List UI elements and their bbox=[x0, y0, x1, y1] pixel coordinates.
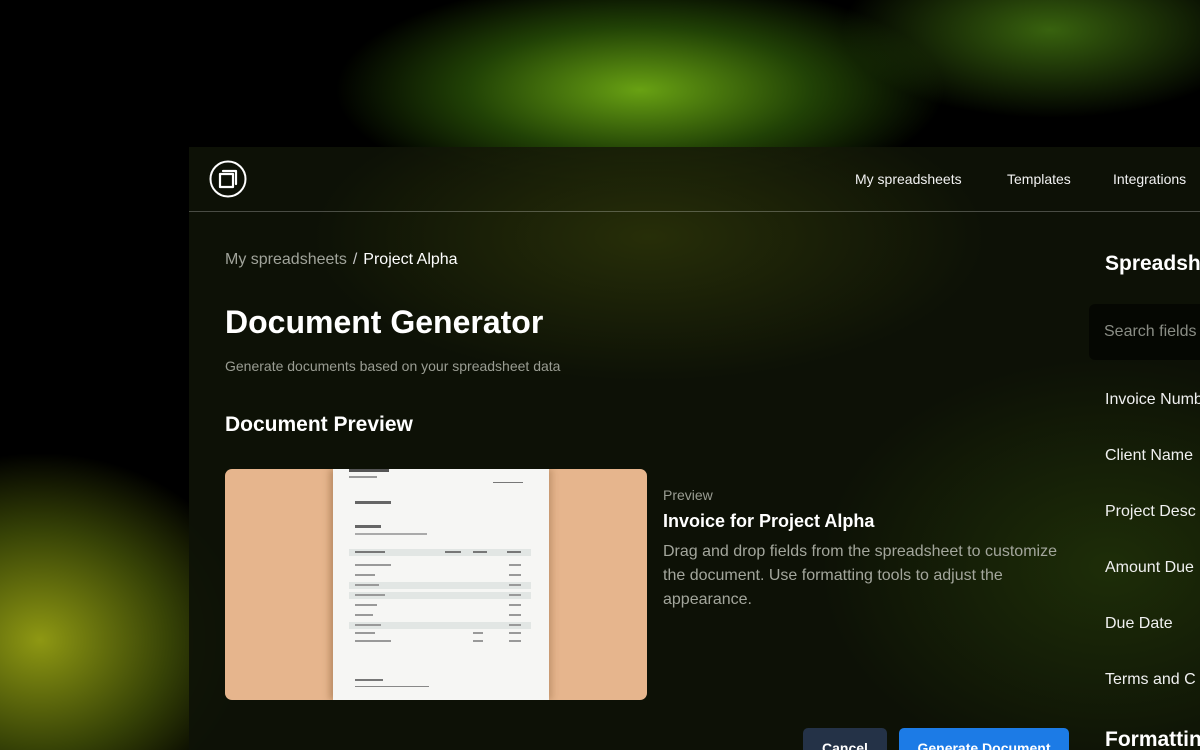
top-navigation-bar: My spreadsheets Templates Integrations bbox=[189, 147, 1200, 212]
breadcrumb-current: Project Alpha bbox=[363, 251, 458, 268]
app-logo-icon[interactable] bbox=[209, 160, 247, 198]
search-fields-input[interactable] bbox=[1089, 304, 1200, 360]
document-preview-heading: Document Preview bbox=[225, 413, 413, 436]
cancel-button[interactable]: Cancel bbox=[803, 728, 887, 750]
field-item-terms-and-conditions[interactable]: Terms and C bbox=[1105, 671, 1196, 689]
nav-integrations[interactable]: Integrations bbox=[1113, 147, 1186, 211]
spreadsheet-fields-heading: Spreadsh bbox=[1105, 252, 1200, 275]
document-preview-image[interactable] bbox=[225, 469, 647, 700]
generate-document-button[interactable]: Generate Document bbox=[899, 728, 1069, 750]
app-window: My spreadsheets Templates Integrations M… bbox=[189, 147, 1200, 750]
invoice-paper-illustration bbox=[333, 469, 549, 700]
nav-my-spreadsheets[interactable]: My spreadsheets bbox=[855, 147, 962, 211]
breadcrumb-parent-link[interactable]: My spreadsheets bbox=[225, 251, 347, 268]
page-title: Document Generator bbox=[225, 304, 544, 340]
preview-document-title: Invoice for Project Alpha bbox=[663, 511, 875, 531]
preview-info: Preview Invoice for Project Alpha Drag a… bbox=[663, 487, 1063, 612]
field-item-client-name[interactable]: Client Name bbox=[1105, 447, 1193, 465]
breadcrumb: My spreadsheets / Project Alpha bbox=[225, 251, 458, 269]
field-item-project-description[interactable]: Project Desc bbox=[1105, 503, 1196, 521]
field-item-invoice-number[interactable]: Invoice Numb bbox=[1105, 391, 1200, 409]
formatting-heading: Formattin bbox=[1105, 728, 1200, 750]
breadcrumb-separator: / bbox=[352, 251, 358, 268]
preview-description: Drag and drop fields from the spreadshee… bbox=[663, 543, 1057, 608]
field-item-due-date[interactable]: Due Date bbox=[1105, 615, 1173, 633]
nav-templates[interactable]: Templates bbox=[1007, 147, 1071, 211]
page-subtitle: Generate documents based on your spreads… bbox=[225, 358, 561, 374]
preview-kicker: Preview bbox=[663, 487, 713, 503]
field-item-amount-due[interactable]: Amount Due bbox=[1105, 559, 1194, 577]
